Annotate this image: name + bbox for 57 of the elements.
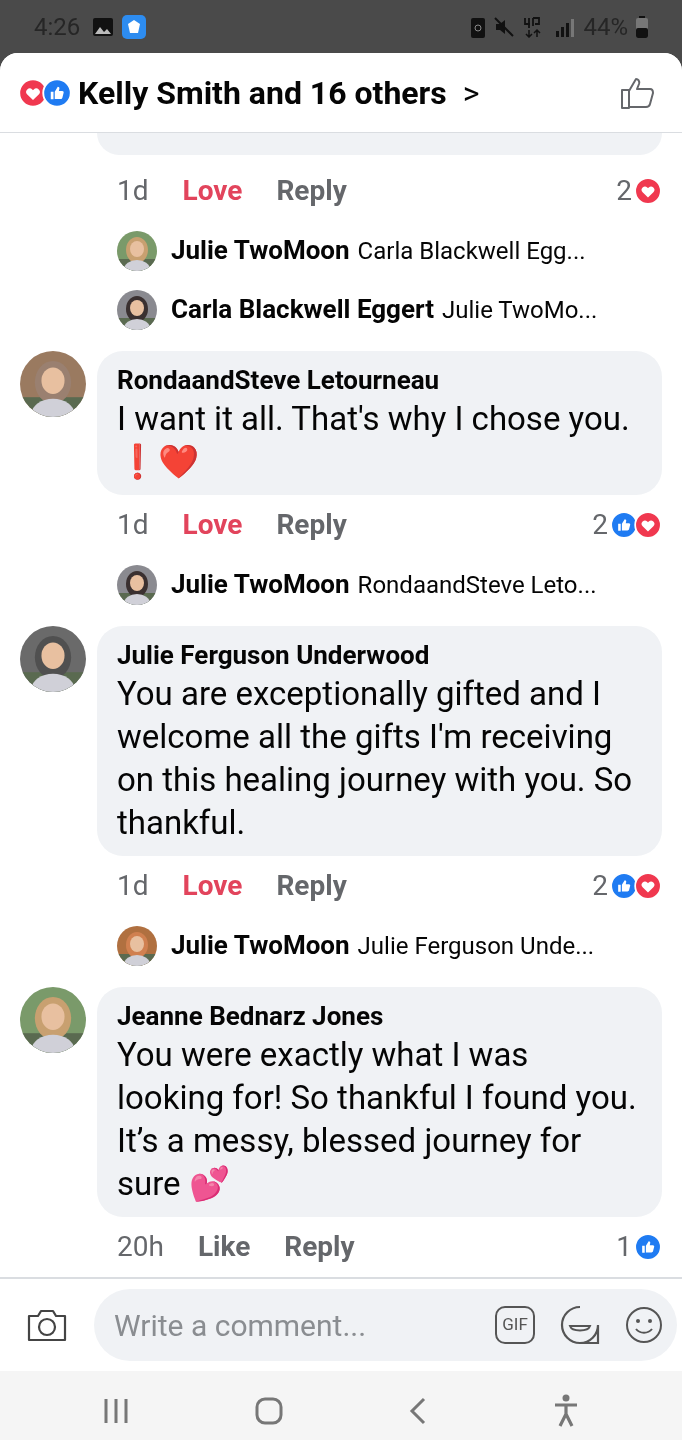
react-button[interactable]: Love: [182, 170, 243, 212]
reply-preview[interactable]: Carla Blackwell Eggert Julie TwoMo...: [0, 280, 682, 339]
reply-preview[interactable]: Julie TwoMoon Julie Ferguson Unde...: [0, 916, 682, 975]
comment-time: 1d: [117, 173, 149, 209]
battery-icon: [636, 15, 648, 38]
gif-button[interactable]: GIF: [495, 1306, 535, 1344]
battery-saver-icon: [471, 15, 486, 38]
comment-field[interactable]: Write a comment... GIF: [94, 1289, 677, 1361]
react-button[interactable]: Like: [197, 1226, 251, 1268]
comment-text: You were exactly what I was looking for! So thankful I found you. It’s a messy, blessed journey for sure 💕: [117, 1034, 638, 1205]
thumbs-up-icon: [42, 77, 72, 108]
back-icon[interactable]: [409, 1397, 427, 1425]
recent-apps-icon[interactable]: [103, 1397, 129, 1425]
thumbs-up-icon[interactable]: [620, 75, 656, 110]
image-icon: [92, 16, 115, 37]
reply-preview[interactable]: Julie TwoMoon Carla Blackwell Egg...: [0, 221, 682, 280]
app-icon: [122, 14, 147, 39]
reply-snippet: RondaandSteve Leto...: [357, 569, 597, 601]
home-icon[interactable]: [255, 1397, 283, 1425]
reply-button[interactable]: Reply: [276, 170, 347, 212]
react-button[interactable]: Love: [182, 504, 243, 546]
comment-text: You are exceptionally gifted and I welcome all the gifts I'm receiving on this healing journey with you. So thankful.: [117, 673, 634, 844]
reaction-count: 2: [616, 173, 632, 209]
reactions-header[interactable]: Kelly Smith and 16 others >: [0, 53, 682, 133]
reply-button[interactable]: Reply: [276, 504, 347, 546]
comment-author: RondaandSteve Letourneau: [117, 364, 441, 397]
reaction-count: 2: [592, 868, 608, 904]
comment-time: 20h: [117, 1229, 164, 1265]
header-title: Kelly Smith and 16 others: [78, 72, 447, 114]
reply-preview[interactable]: Julie TwoMoon RondaandSteve Leto...: [0, 555, 682, 614]
reply-author: Julie TwoMoon: [171, 568, 350, 601]
camera-icon[interactable]: [26, 1307, 68, 1343]
thumbs-up-icon: [610, 511, 638, 539]
sticker-icon[interactable]: [559, 1304, 601, 1346]
reply-author: Julie TwoMoon: [171, 929, 350, 962]
accessibility-icon[interactable]: [553, 1394, 579, 1428]
mute-icon: [493, 15, 516, 38]
comment-time: 1d: [117, 868, 149, 904]
comment-author: Julie Ferguson Underwood: [117, 639, 431, 672]
signal-icon: [555, 16, 576, 37]
comment-author: Jeanne Bednarz Jones: [117, 1000, 385, 1033]
reply-snippet: Carla Blackwell Egg...: [357, 235, 586, 267]
comment-time: 1d: [117, 507, 149, 543]
reply-button[interactable]: Reply: [284, 1226, 355, 1268]
comment-text: I want it all. That's why I chose you. ❗❤: [117, 398, 631, 483]
reply-snippet: Julie TwoMo...: [442, 294, 598, 326]
reply-button[interactable]: Reply: [276, 865, 347, 907]
reaction-count: 2: [592, 507, 608, 543]
chevron: >: [462, 72, 480, 114]
reaction-count: 1: [616, 1229, 632, 1265]
reply-author: Julie TwoMoon: [171, 234, 350, 267]
react-button[interactable]: Love: [182, 865, 243, 907]
thumbs-up-icon: [610, 872, 638, 900]
thumbs-up-icon: [634, 1233, 662, 1261]
emoji-icon[interactable]: [625, 1306, 663, 1344]
reply-author: Carla Blackwell Eggert: [171, 293, 434, 326]
reply-snippet: Julie Ferguson Unde...: [357, 930, 595, 962]
